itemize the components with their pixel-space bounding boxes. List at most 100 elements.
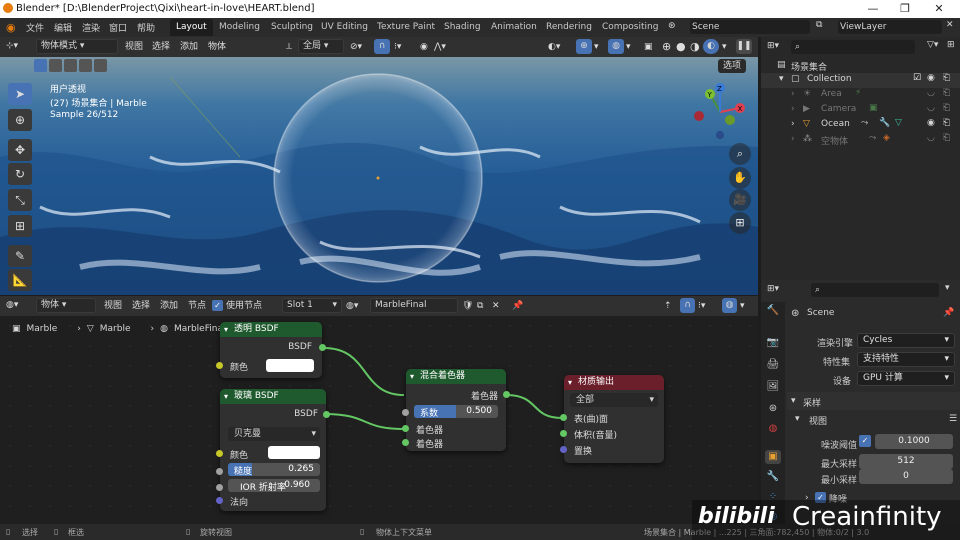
shading-rendered-icon[interactable]: ◐	[703, 39, 719, 54]
input-socket[interactable]	[216, 484, 223, 491]
color-swatch[interactable]	[266, 359, 314, 372]
use-nodes-checkbox[interactable]: ✓	[212, 300, 223, 311]
options-dropdown[interactable]: 选项	[718, 59, 747, 73]
tab-animation[interactable]: Animation	[485, 19, 543, 36]
render-engine-dropdown[interactable]: Cycles ▾	[857, 333, 955, 348]
menu-help[interactable]: 帮助	[137, 21, 155, 34]
color-swatch[interactable]	[268, 446, 320, 459]
collapse-icon[interactable]: ▾	[224, 325, 228, 334]
input-socket[interactable]	[216, 450, 223, 457]
tab-sculpting[interactable]: Sculpting	[265, 19, 319, 36]
select-subtract-icon[interactable]	[64, 59, 77, 72]
snap-icon[interactable]: ∩	[680, 298, 695, 313]
transform-orientation-dropdown[interactable]: 全局 ▾	[298, 39, 344, 54]
output-socket[interactable]	[503, 391, 510, 398]
transform-tool-icon[interactable]: ⊞	[8, 215, 32, 237]
tool-tab-icon[interactable]: 🔨	[765, 304, 781, 318]
camera-view-icon[interactable]: 🎥	[729, 189, 751, 211]
gizmo-dropdown-icon[interactable]: ▾	[594, 40, 599, 55]
camera-render-icon[interactable]: ⎗	[943, 133, 950, 143]
menu-window[interactable]: 窗口	[109, 21, 127, 34]
outliner-item-empty[interactable]: › ⁂ 空物体 ⤳ ◈ ◡ ⎗	[761, 133, 960, 148]
tab-texture-paint[interactable]: Texture Paint	[371, 19, 441, 36]
navigation-gizmo[interactable]: Z Y X	[690, 82, 750, 142]
menu-edit[interactable]: 编辑	[54, 21, 72, 34]
input-socket[interactable]	[216, 468, 223, 475]
menu-add[interactable]: 添加	[180, 40, 198, 55]
scene-tab-icon[interactable]: ⊛	[765, 402, 781, 416]
min-samples-field[interactable]: 0	[859, 469, 953, 484]
output-socket[interactable]	[323, 411, 330, 418]
tab-layout[interactable]: Layout	[170, 19, 213, 36]
tab-rendering[interactable]: Rendering	[540, 19, 598, 36]
collapse-icon[interactable]: ▾	[410, 372, 414, 381]
camera-render-icon[interactable]: ⎗	[943, 88, 950, 98]
outliner[interactable]: ⊞▾ ⌕ ▽▾ ⊞ ▤ 场景集合 ▾ ▢ Collection ☑ ◉ ⎗ › …	[761, 37, 960, 280]
eye-closed-icon[interactable]: ◡	[927, 133, 935, 143]
falloff-icon[interactable]: ⋀▾	[434, 40, 446, 55]
select-extend-icon[interactable]	[49, 59, 62, 72]
shading-dropdown-icon[interactable]: ▾	[722, 40, 727, 55]
outliner-search-input[interactable]: ⌕	[791, 40, 915, 54]
transform-orientation-icon[interactable]: ⟂	[286, 40, 292, 55]
node-transparent-bsdf[interactable]: 透明 BSDF ▾ BSDF 颜色	[216, 322, 326, 378]
overlay-icon[interactable]: ◍	[608, 39, 624, 54]
view-layer-tab-icon[interactable]: 🖼	[765, 380, 781, 394]
blender-menu-icon[interactable]: ◉	[6, 21, 16, 34]
node-glass-bsdf[interactable]: 玻璃 BSDF ▾ BSDF 贝克曼 ▾ 颜色 糙度 0.265 IOR 折射率 …	[216, 389, 330, 511]
expand-icon[interactable]: ▾	[779, 74, 784, 84]
camera-render-icon[interactable]: ⎗	[943, 103, 950, 113]
expand-icon[interactable]: ›	[791, 134, 795, 144]
node-overlay-dropdown-icon[interactable]: ▾	[740, 299, 745, 314]
move-tool-icon[interactable]: ✥	[8, 139, 32, 161]
distribution-dropdown[interactable]: 贝克曼 ▾	[228, 427, 320, 441]
fake-user-icon[interactable]: 🛡	[462, 299, 473, 314]
close-icon[interactable]: ✕	[924, 2, 954, 15]
node-overlay-icon[interactable]: ◍	[722, 298, 737, 313]
scene-selector[interactable]: Scene	[690, 20, 810, 34]
outliner-root[interactable]: ▤ 场景集合	[761, 59, 960, 74]
noise-threshold-checkbox[interactable]: ✓	[859, 435, 871, 447]
tab-modeling[interactable]: Modeling	[213, 19, 266, 36]
preset-list-icon[interactable]: ☰	[949, 414, 957, 424]
ior-field[interactable]: IOR 折射率 0.960	[228, 479, 320, 493]
checkbox-icon[interactable]: ☑	[913, 73, 921, 83]
camera-render-icon[interactable]: ⎗	[943, 118, 950, 128]
node-menu-view[interactable]: 视图	[104, 299, 122, 314]
input-socket[interactable]	[560, 446, 567, 453]
properties-search-input[interactable]: ⌕	[811, 283, 939, 297]
expand-icon[interactable]: ›	[791, 119, 795, 129]
input-socket[interactable]	[216, 362, 223, 369]
fac-slider[interactable]: 系数 0.500	[414, 405, 498, 418]
shader-node-editor[interactable]: ▣ Marble › ▽ Marble › ◍ MarbleFinal 透明 B…	[0, 316, 758, 524]
proportional-edit-icon[interactable]: ◉	[420, 40, 428, 55]
rotate-tool-icon[interactable]: ↻	[8, 163, 32, 185]
node-editor-type-icon[interactable]: ◍▾	[6, 298, 18, 313]
zoom-icon[interactable]: ⌕	[729, 143, 751, 165]
select-invert-icon[interactable]	[79, 59, 92, 72]
select-new-icon[interactable]	[34, 59, 47, 72]
parent-node-tree-icon[interactable]: ⇡	[664, 299, 672, 314]
filter-icon[interactable]: ▽▾	[927, 40, 938, 50]
noise-threshold-field[interactable]: 0.1000	[875, 434, 953, 449]
menu-view[interactable]: 视图	[125, 40, 143, 55]
maximize-icon[interactable]: ❐	[890, 2, 920, 15]
roughness-slider[interactable]: 糙度 0.265	[228, 463, 320, 476]
outliner-editor-icon[interactable]: ⊞▾	[767, 41, 779, 51]
collapse-icon[interactable]: ▾	[795, 414, 800, 424]
snap-target-icon[interactable]: ⁝▾	[394, 40, 401, 55]
outliner-item-camera[interactable]: › ▶ Camera ▣ ◡ ⎗	[761, 103, 960, 118]
node-menu-node[interactable]: 节点	[188, 299, 206, 314]
output-socket[interactable]	[319, 344, 326, 351]
pin-icon[interactable]: 📌	[512, 299, 523, 314]
expand-icon[interactable]: ›	[791, 104, 795, 114]
input-socket[interactable]	[560, 430, 567, 437]
unlink-material-icon[interactable]: ✕	[492, 299, 500, 314]
tab-shading[interactable]: Shading	[438, 19, 487, 36]
collapse-icon[interactable]: ▾	[791, 396, 796, 406]
menu-object[interactable]: 物体	[208, 40, 226, 55]
shading-solid-icon[interactable]: ●	[676, 39, 686, 54]
node-mix-shader[interactable]: 混合着色器 ▾ 着色器 系数 0.500 着色器 着色器	[402, 369, 510, 451]
outliner-item-ocean[interactable]: › ▽ Ocean ⤳ 🔧 ▽ ◉ ⎗	[761, 118, 960, 133]
pause-render-icon[interactable]: ❚❚	[736, 39, 752, 54]
